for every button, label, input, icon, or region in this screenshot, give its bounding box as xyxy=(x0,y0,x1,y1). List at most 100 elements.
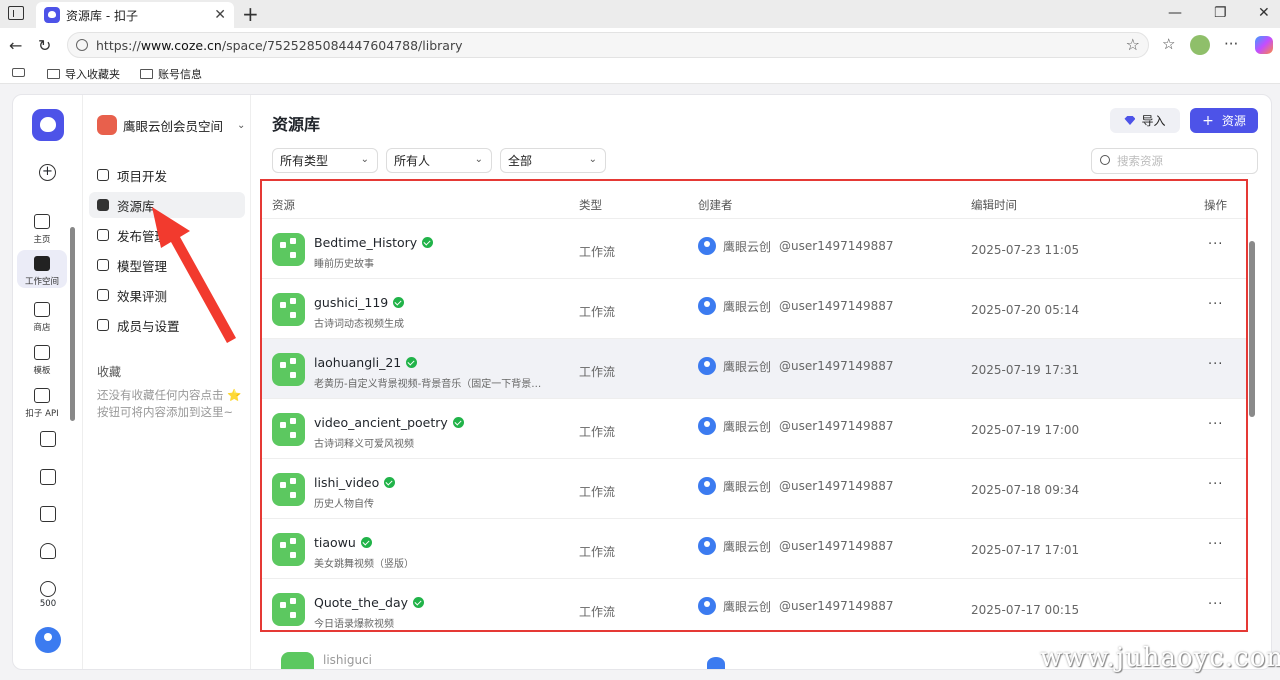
workflow-icon xyxy=(272,473,305,506)
star-coin-icon xyxy=(40,581,56,597)
workspace-name: 鹰眼云创会员空间 xyxy=(123,118,224,134)
rail-scrollbar[interactable] xyxy=(70,227,75,421)
menu-label: 发布管理 xyxy=(117,228,168,244)
status-filter-select[interactable]: 全部 ⌄ xyxy=(500,148,606,173)
coze-logo[interactable] xyxy=(32,109,64,141)
more-actions-icon[interactable]: ··· xyxy=(1208,477,1223,492)
favorites-title: 收藏 xyxy=(97,365,122,379)
close-tab-icon[interactable]: ✕ xyxy=(214,7,226,23)
bell-icon[interactable] xyxy=(40,543,56,559)
more-actions-icon[interactable]: ··· xyxy=(1208,537,1223,552)
resource-name: laohuangli_21 xyxy=(314,355,418,370)
more-options-icon[interactable]: ··· xyxy=(1224,35,1238,53)
create-plus-icon[interactable]: + xyxy=(39,164,56,181)
creator-avatar xyxy=(698,297,716,315)
name-text: video_ancient_poetry xyxy=(314,415,448,430)
bookmark-account[interactable]: 账号信息 xyxy=(140,66,202,82)
search-input[interactable]: 搜索资源 xyxy=(1091,148,1258,174)
type-filter-select[interactable]: 所有类型 ⌄ xyxy=(272,148,378,173)
name-text: tiaowu xyxy=(314,535,356,550)
menu-item-projects[interactable]: 项目开发 xyxy=(89,162,245,188)
favorite-star-icon[interactable]: ☆ xyxy=(1126,35,1140,54)
table-row[interactable]: Quote_the_day 今日语录爆款视频 工作流 鹰眼云创 @user1497… xyxy=(262,579,1246,630)
back-icon[interactable]: ← xyxy=(9,36,22,55)
library-main: 资源库 导入 + 资源 所有类型 ⌄ 所有人 ⌄ 全部 ⌄ 搜索资源 资源 类型… xyxy=(251,95,1271,669)
menu-item-publish[interactable]: 发布管理 xyxy=(89,222,245,248)
points-badge[interactable]: 500 xyxy=(35,581,61,609)
column-header: 创建者 xyxy=(698,198,733,212)
menu-item-members[interactable]: 成员与设置 xyxy=(89,312,245,338)
search-icon xyxy=(1100,155,1110,165)
resource-desc: 今日语录爆款视频 xyxy=(314,619,394,630)
user-avatar[interactable] xyxy=(35,627,61,653)
minimize-icon[interactable]: — xyxy=(1168,5,1182,21)
column-header: 编辑时间 xyxy=(971,198,1017,212)
chevron-down-icon: ⌄ xyxy=(474,154,483,165)
table-row[interactable]: gushici_119 古诗词动态视频生成 工作流 鹰眼云创 @user14971… xyxy=(262,279,1246,339)
verified-check-icon xyxy=(413,597,425,608)
url-prefix: https:// xyxy=(96,37,141,53)
resource-name: tiaowu xyxy=(314,535,372,550)
terminal-icon xyxy=(34,256,50,271)
table-row[interactable]: laohuangli_21 老黄历-自定义背景视频-背景音乐（固定一下背景… 工… xyxy=(262,339,1246,399)
site-info-icon[interactable] xyxy=(76,39,88,51)
browser-tab[interactable]: 资源库 - 扣子 ✕ xyxy=(36,2,234,28)
creator-name: 鹰眼云创 xyxy=(723,479,772,494)
rail-item-templates[interactable]: 模板 xyxy=(17,345,67,376)
more-actions-icon[interactable]: ··· xyxy=(1208,597,1223,612)
resource-type: 工作流 xyxy=(579,305,616,319)
import-button[interactable]: 导入 xyxy=(1110,108,1180,133)
resource-creator: 鹰眼云创 @user1497149887 xyxy=(698,537,894,555)
menu-item-evaluation[interactable]: 效果评测 xyxy=(89,282,245,308)
menu-item-library[interactable]: 资源库 xyxy=(89,192,245,218)
resource-creator: 鹰眼云创 @user1497149887 xyxy=(698,477,894,495)
workspace-switcher[interactable]: 鹰眼云创会员空间 ⌄ xyxy=(97,115,245,135)
close-window-icon[interactable]: ✕ xyxy=(1258,5,1270,21)
more-actions-icon[interactable]: ··· xyxy=(1208,297,1223,312)
rail-item-workspace[interactable]: 工作空间 xyxy=(17,250,67,288)
new-tab-icon[interactable]: + xyxy=(242,2,259,26)
copilot-icon[interactable] xyxy=(1255,36,1273,54)
workflow-icon xyxy=(272,293,305,326)
creator-handle: @user1497149887 xyxy=(779,599,894,613)
gauge-icon xyxy=(97,289,109,301)
reload-icon[interactable]: ↻ xyxy=(38,36,51,55)
grid-apps-icon[interactable] xyxy=(40,469,56,485)
creator-avatar xyxy=(698,477,716,495)
more-actions-icon[interactable]: ··· xyxy=(1208,417,1223,432)
more-actions-icon[interactable]: ··· xyxy=(1208,357,1223,372)
main-scrollbar[interactable] xyxy=(1249,241,1255,417)
creator-avatar xyxy=(707,657,725,669)
document-icon[interactable] xyxy=(40,506,56,522)
add-resource-button[interactable]: + 资源 xyxy=(1190,108,1258,133)
api-link-icon xyxy=(34,388,50,403)
creator-handle: @user1497149887 xyxy=(779,479,894,493)
inbox-icon[interactable] xyxy=(40,431,56,447)
table-row[interactable]: video_ancient_poetry 古诗词释义可爱风视频 工作流 鹰眼云创… xyxy=(262,399,1246,459)
favorites-icon[interactable]: ☆ xyxy=(1162,35,1175,53)
window-menu-icon[interactable] xyxy=(8,6,24,20)
resource-desc: 古诗词释义可爱风视频 xyxy=(314,439,414,450)
table-row[interactable]: tiaowu 美女跳舞视频（竖版） 工作流 鹰眼云创 @user149714988… xyxy=(262,519,1246,579)
table-row[interactable]: Bedtime_History 睡前历史故事 工作流 鹰眼云创 @user1497… xyxy=(262,219,1246,279)
url-field[interactable]: https://www.coze.cn/space/75252850844476… xyxy=(67,32,1149,58)
rail-item-api[interactable]: 扣子 API xyxy=(17,388,67,419)
menu-item-models[interactable]: 模型管理 xyxy=(89,252,245,278)
rail-item-store[interactable]: 商店 xyxy=(17,302,67,333)
tab-title: 资源库 - 扣子 xyxy=(66,8,138,23)
browser-tab-bar: 资源库 - 扣子 ✕ + — ❐ ✕ xyxy=(0,0,1280,28)
bookmarks-toggle-icon[interactable] xyxy=(12,68,25,77)
owner-filter-select[interactable]: 所有人 ⌄ xyxy=(386,148,492,173)
bookmark-import[interactable]: 导入收藏夹 xyxy=(47,66,120,82)
table-row[interactable]: lishi_video 历史人物自传 工作流 鹰眼云创 @user14971498… xyxy=(262,459,1246,519)
name-text: laohuangli_21 xyxy=(314,355,402,370)
restore-icon[interactable]: ❐ xyxy=(1214,5,1227,21)
resource-name: Bedtime_History xyxy=(314,235,434,250)
more-actions-icon[interactable]: ··· xyxy=(1208,237,1223,252)
profile-avatar[interactable] xyxy=(1190,35,1210,55)
rail-item-home[interactable]: 主页 xyxy=(17,214,67,245)
chevron-down-icon: ⌄ xyxy=(237,119,246,131)
resource-type: 工作流 xyxy=(579,425,616,439)
creator-name: 鹰眼云创 xyxy=(723,299,772,314)
coze-favicon-icon xyxy=(44,7,60,23)
